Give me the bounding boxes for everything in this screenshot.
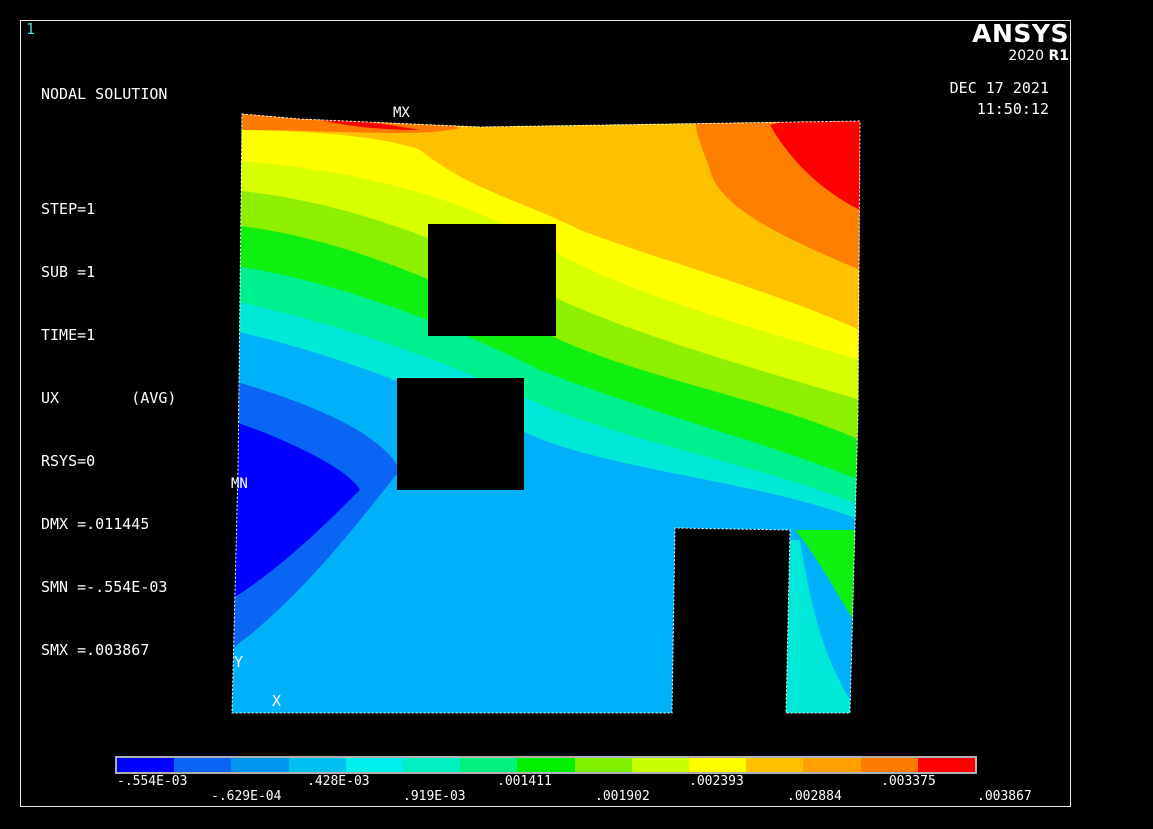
y-axis-triad-label: Y bbox=[234, 653, 243, 671]
x-axis-triad-label: X bbox=[272, 692, 281, 710]
legend-label-top: .002393 bbox=[689, 774, 744, 789]
legend-swatch bbox=[174, 758, 232, 772]
legend-swatch bbox=[917, 758, 976, 772]
contour-plot[interactable]: MX MN Y X bbox=[0, 0, 1153, 829]
legend-swatch bbox=[345, 758, 404, 772]
legend-swatch bbox=[288, 758, 346, 772]
legend-swatch bbox=[517, 758, 575, 772]
min-marker: MN bbox=[231, 476, 248, 492]
legend-label-bottom: .002884 bbox=[787, 789, 842, 804]
legend-label-top: .003375 bbox=[881, 774, 936, 789]
legend-swatch bbox=[746, 758, 804, 772]
legend-swatch bbox=[689, 758, 747, 772]
legend-swatch bbox=[460, 758, 518, 772]
legend-swatch bbox=[574, 758, 632, 772]
legend-labels: -.554E-03 .428E-03 .001411 .002393 .003375 -.… bbox=[115, 774, 1055, 814]
legend-swatch bbox=[631, 758, 690, 772]
legend-swatch bbox=[117, 758, 175, 772]
legend-label-bottom: .001902 bbox=[595, 789, 650, 804]
contour-legend: -.554E-03 .428E-03 .001411 .002393 .003375 -.… bbox=[115, 756, 1055, 814]
hole-middle bbox=[397, 378, 524, 490]
legend-color-bar bbox=[115, 756, 977, 774]
legend-swatch bbox=[860, 758, 918, 772]
max-marker: MX bbox=[393, 105, 410, 121]
hole-top bbox=[428, 224, 556, 336]
legend-label-top: -.554E-03 bbox=[117, 774, 188, 789]
contour-fill bbox=[232, 114, 860, 713]
legend-label-top: .428E-03 bbox=[307, 774, 370, 789]
legend-label-bottom: .003867 bbox=[977, 789, 1032, 804]
legend-swatch bbox=[803, 758, 861, 772]
legend-swatch bbox=[231, 758, 289, 772]
legend-label-top: .001411 bbox=[497, 774, 552, 789]
legend-label-bottom: -.629E-04 bbox=[211, 789, 282, 804]
legend-swatch bbox=[403, 758, 461, 772]
legend-label-bottom: .919E-03 bbox=[403, 789, 466, 804]
